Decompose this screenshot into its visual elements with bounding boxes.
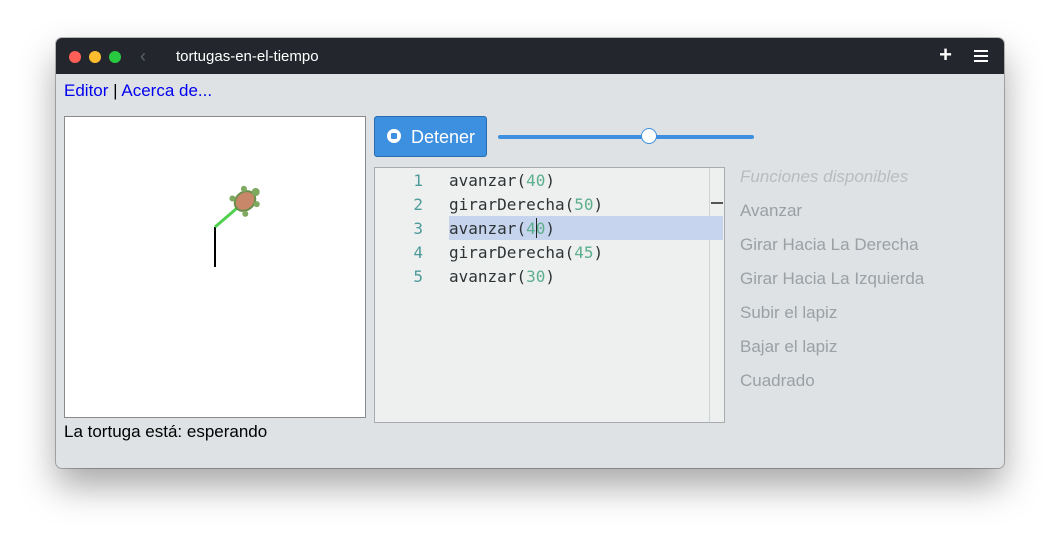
stop-icon <box>387 129 401 143</box>
plus-icon[interactable]: + <box>939 44 952 66</box>
nav-separator: | <box>113 81 118 100</box>
turtle-status: La tortuga está: esperando <box>64 422 268 441</box>
top-nav: Editor | Acerca de... <box>64 81 212 101</box>
window-title: tortugas-en-el-tiempo <box>176 48 319 65</box>
code-line[interactable]: 5 avanzar(30) <box>375 264 723 288</box>
function-item[interactable]: Cuadrado <box>740 371 924 405</box>
slider-thumb[interactable] <box>641 128 657 144</box>
code-text: girarDerecha(50) <box>449 195 604 214</box>
zoom-window-button[interactable] <box>109 51 121 63</box>
code-line[interactable]: 2 girarDerecha(50) <box>375 192 723 216</box>
argument: 50 <box>574 195 594 214</box>
function-item[interactable]: Subir el lapiz <box>740 303 924 337</box>
code-editor[interactable]: 1 avanzar(40) 2 girarDerecha(50) 3 avanzar(40… <box>374 167 725 423</box>
turtle-drawing <box>214 185 260 267</box>
back-chevron-icon[interactable]: ‹ <box>140 47 154 65</box>
line-number: 1 <box>413 171 423 190</box>
code-text: avanzar(40) <box>449 219 555 238</box>
minimize-window-button[interactable] <box>89 51 101 63</box>
argument: 45 <box>574 243 594 262</box>
function-item[interactable]: Avanzar <box>740 201 924 235</box>
editor-link[interactable]: Editor <box>64 81 108 100</box>
functions-header: Funciones disponibles <box>740 167 909 186</box>
speed-slider[interactable] <box>498 126 754 146</box>
line-number: 5 <box>413 267 423 286</box>
about-link[interactable]: Acerca de... <box>121 81 212 100</box>
code-text: avanzar(40) <box>449 171 555 190</box>
function-name: girarDerecha <box>449 195 565 214</box>
code-line[interactable]: 1 avanzar(40) <box>375 168 723 192</box>
slider-track <box>498 135 754 139</box>
turtle-canvas <box>64 116 366 418</box>
stop-button-label: Detener <box>411 127 476 147</box>
code-line[interactable]: 3 avanzar(40) <box>375 216 723 240</box>
argument: 30 <box>526 267 546 286</box>
function-name: avanzar <box>449 219 517 238</box>
argument: 40 <box>526 171 546 190</box>
functions-panel: Funciones disponibles Avanzar Girar Hacia… <box>740 167 924 405</box>
code-line[interactable]: 4 girarDerecha(45) <box>375 240 723 264</box>
hamburger-menu-icon[interactable] <box>974 50 988 62</box>
code-text: avanzar(30) <box>449 267 555 286</box>
text-cursor <box>536 218 537 238</box>
stop-button[interactable]: Detener <box>374 116 487 157</box>
code-text: girarDerecha(45) <box>449 243 604 262</box>
function-item[interactable]: Girar Hacia La Derecha <box>740 235 924 269</box>
line-number: 3 <box>413 219 423 238</box>
line-number: 2 <box>413 195 423 214</box>
function-item[interactable]: Bajar el lapiz <box>740 337 924 371</box>
line-number: 4 <box>413 243 423 262</box>
function-name: avanzar <box>449 267 517 286</box>
function-item[interactable]: Girar Hacia La Izquierda <box>740 269 924 303</box>
title-bar: ‹ tortugas-en-el-tiempo + <box>56 38 1004 74</box>
function-name: avanzar <box>449 171 517 190</box>
function-name: girarDerecha <box>449 243 565 262</box>
close-window-button[interactable] <box>69 51 81 63</box>
app-window: ‹ tortugas-en-el-tiempo + Editor | Acerc… <box>56 38 1004 468</box>
